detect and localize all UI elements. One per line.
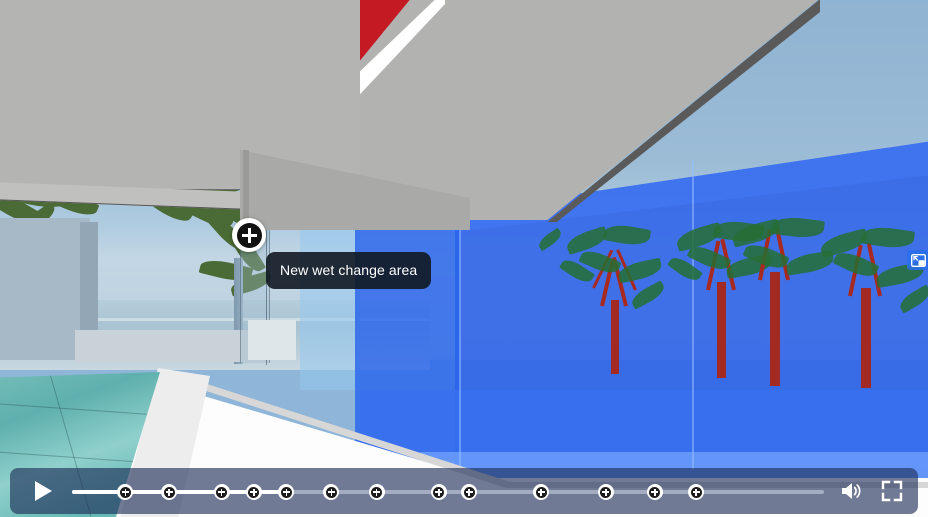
plus-icon (236, 222, 262, 248)
scene-viewer: New wet change area (0, 0, 928, 517)
plus-icon (163, 486, 175, 498)
volume-button[interactable] (832, 471, 872, 511)
glass-mullion-1 (459, 196, 461, 474)
picture-in-picture-icon[interactable] (907, 250, 928, 270)
plus-icon (649, 486, 661, 498)
volume-high-icon (842, 483, 861, 499)
three-d-scene (0, 0, 928, 517)
timeline-chapter-marker[interactable] (278, 484, 295, 500)
plus-icon (535, 486, 547, 498)
timeline-chapter-marker[interactable] (213, 484, 230, 500)
video-player-controls (10, 468, 918, 514)
plus-icon (463, 486, 475, 498)
plus-icon (119, 486, 131, 498)
timeline-chapter-marker[interactable] (117, 484, 134, 500)
plus-icon (600, 486, 612, 498)
timeline-chapter-marker[interactable] (161, 484, 177, 500)
terrace-block (248, 320, 296, 360)
hotspot-tooltip: New wet change area (266, 252, 432, 289)
ceiling-slab-left (0, 0, 360, 190)
plus-icon (280, 486, 292, 498)
plus-icon (248, 486, 260, 498)
timeline-chapter-marker[interactable] (323, 484, 340, 500)
timeline-scrubber[interactable] (72, 471, 824, 511)
timeline-chapter-marker[interactable] (430, 484, 447, 500)
plus-icon (216, 486, 228, 498)
timeline-chapter-marker[interactable] (461, 484, 478, 500)
glass-pane-light (300, 205, 360, 390)
timeline-chapter-marker[interactable] (688, 484, 705, 500)
timeline-chapter-marker[interactable] (245, 484, 262, 500)
fullscreen-button[interactable] (872, 471, 912, 511)
timeline-chapter-marker[interactable] (597, 484, 614, 500)
plus-icon (325, 486, 337, 498)
timeline-chapter-marker[interactable] (646, 484, 663, 500)
plus-icon (690, 486, 702, 498)
glass-mullion-2 (692, 160, 694, 470)
timeline-chapter-marker[interactable] (368, 484, 385, 500)
timeline-chapter-marker[interactable] (533, 484, 550, 500)
play-button[interactable] (22, 471, 62, 511)
plus-icon (371, 486, 383, 498)
hotspot-plus-button[interactable] (232, 218, 266, 252)
soffit-front-face (243, 150, 249, 220)
fullscreen-icon (881, 480, 903, 502)
plus-icon (433, 486, 445, 498)
play-icon (35, 481, 52, 501)
